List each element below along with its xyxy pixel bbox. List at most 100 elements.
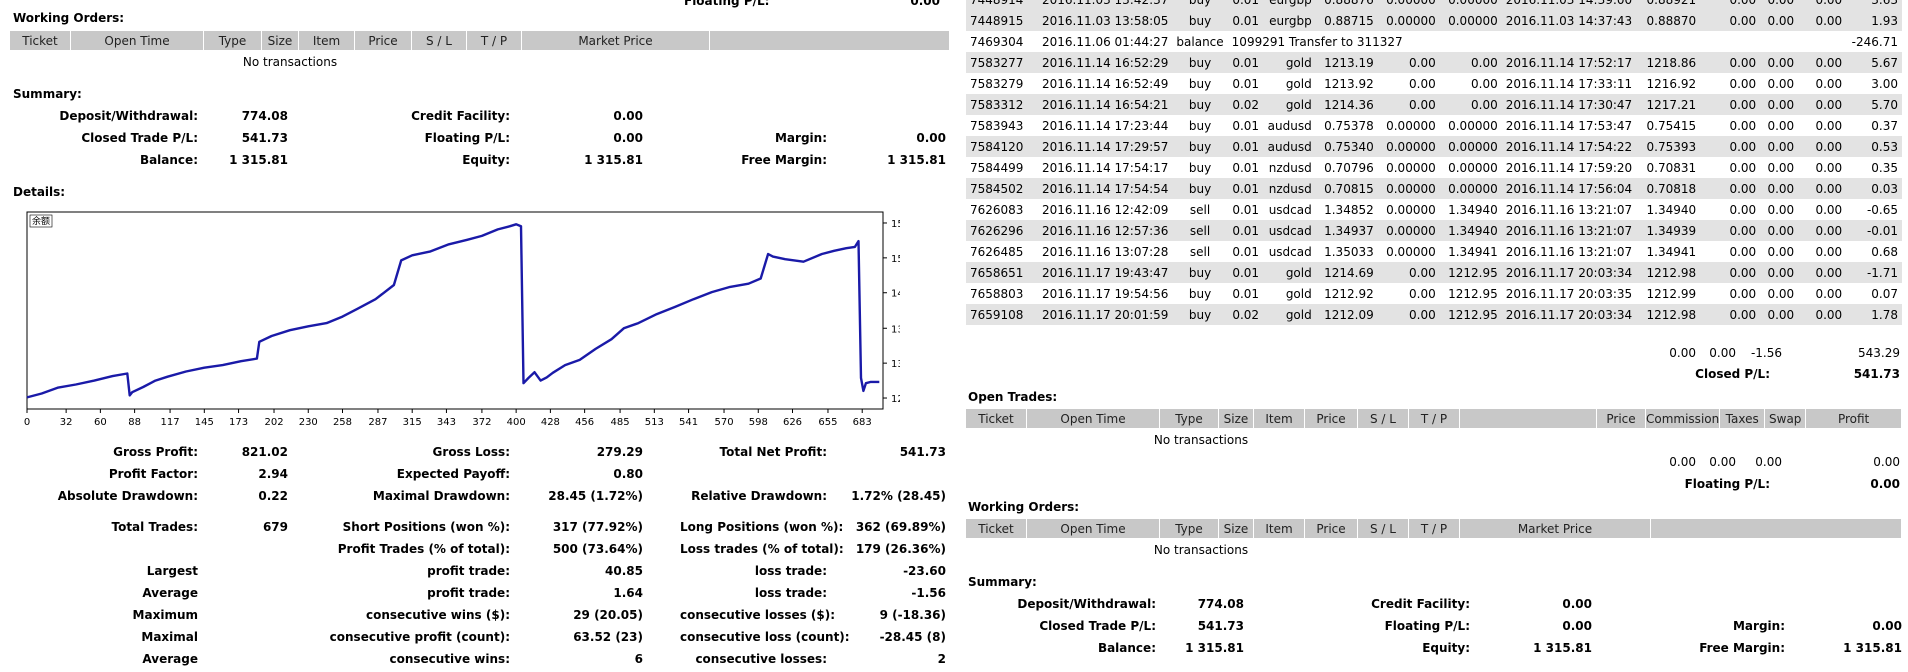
trade-cell: 0.00 bbox=[1798, 262, 1847, 283]
y-tick-label: 1341 bbox=[891, 359, 900, 370]
trade-cell: 1.34940 bbox=[1439, 220, 1502, 241]
trade-cell: gold bbox=[1263, 304, 1316, 325]
trade-cell: buy bbox=[1188, 286, 1212, 301]
trade-cell: 2016.11.14 17:53:47 bbox=[1505, 118, 1633, 133]
trade-cell: 0.00 bbox=[1700, 262, 1761, 283]
stat-expected-payoff-label: Expected Payoff: bbox=[396, 467, 510, 481]
trade-row: 74489142016.11.03 13:42:37buy0.01eurgbp0… bbox=[966, 0, 1902, 10]
trade-cell: 0.70796 bbox=[1324, 160, 1374, 175]
x-tick-label: 626 bbox=[783, 417, 802, 428]
partial-floating-label: Floating P/L: bbox=[684, 0, 770, 8]
balance-chart: 余额 0 32 60 88 117 145 173 202 230 258 287 315 343 372… bbox=[24, 211, 900, 428]
trade-cell: buy bbox=[1172, 0, 1228, 10]
stat-max-losses-label: consecutive losses ($): bbox=[680, 608, 836, 622]
trade-cell: 2016.11.14 17:52:17 bbox=[1501, 52, 1637, 73]
stat-maximal-label: Maximal bbox=[141, 630, 198, 644]
trade-cell: -0.65 bbox=[1866, 202, 1898, 217]
trade-cell: 0.70815 bbox=[1315, 178, 1378, 199]
trade-row: 7626296 2016.11.16 12:57:36 sell 0.01 usdcad… bbox=[966, 220, 1902, 241]
open-totals-cell: 0.00 bbox=[1669, 455, 1696, 469]
x-tick-label: 428 bbox=[541, 417, 560, 428]
trade-cell: 7659108 bbox=[966, 304, 1038, 325]
open-trades-col: Price bbox=[1596, 409, 1646, 428]
trade-cell: 0.01 bbox=[1227, 10, 1264, 31]
trade-cell: sell bbox=[1189, 244, 1211, 259]
x-tick-label: 315 bbox=[403, 417, 422, 428]
trade-row: 7583312 2016.11.14 16:54:21 buy 0.02 gold 121… bbox=[966, 94, 1902, 115]
trade-cell: 0.75393 bbox=[1636, 136, 1701, 157]
trade-cell: 2016.11.17 19:54:56 bbox=[1042, 286, 1169, 301]
working-orders-header-row: Ticket Open Time Type Size Item Price S … bbox=[10, 31, 950, 50]
trade-cell: usdcad bbox=[1268, 244, 1312, 259]
trade-cell: 0.00 bbox=[1760, 304, 1799, 325]
right-floating-pl-value: 0.00 bbox=[1562, 619, 1592, 633]
trade-cell: 0.00000 bbox=[1439, 10, 1502, 31]
stat-maximal-profit-label: consecutive profit (count): bbox=[329, 630, 510, 644]
stat-long-label: Long Positions (won %): bbox=[680, 520, 844, 534]
trade-cell: sell bbox=[1172, 220, 1228, 241]
y-tick-label: 1287 bbox=[891, 394, 900, 405]
trade-cell: 0.00 bbox=[1767, 118, 1795, 133]
stat-maximal-loss-value: -28.45 (8) bbox=[879, 630, 946, 644]
right-working-orders-table: Ticket Open Time Type Size Item Price S / LT /… bbox=[966, 519, 1902, 538]
trade-cell: 0.00 bbox=[1377, 262, 1440, 283]
trade-cell: 1214.36 bbox=[1315, 94, 1378, 115]
right-working-orders-title: Working Orders: bbox=[968, 500, 1080, 514]
trade-cell: -246.71 bbox=[1851, 34, 1898, 49]
col-market-price: Market Price bbox=[521, 31, 710, 50]
stat-max-dd-value: 28.45 (1.72%) bbox=[548, 489, 643, 503]
trade-cell: 0.00000 bbox=[1439, 178, 1502, 199]
closed-pl-value: 541.73 bbox=[241, 131, 288, 145]
trade-cell: buy bbox=[1172, 10, 1228, 31]
trade-cell: 0.00 bbox=[1700, 136, 1761, 157]
trade-row: 7626485 2016.11.16 13:07:28 sell 0.01 usdcad… bbox=[966, 241, 1902, 262]
right-equity-label: Equity: bbox=[1422, 641, 1470, 655]
chart-legend-label: 余额 bbox=[32, 215, 50, 227]
closed-totals-cell: 543.29 bbox=[1858, 346, 1900, 360]
right-summary-title: Summary: bbox=[968, 575, 1037, 589]
credit-label: Credit Facility: bbox=[411, 109, 510, 123]
trade-cell: 0.00 bbox=[1798, 0, 1847, 10]
trade-cell: buy bbox=[1188, 76, 1212, 91]
trade-cell: 0.00 bbox=[1798, 52, 1847, 73]
balance-label: Balance: bbox=[139, 153, 198, 167]
trade-cell: 0.00 bbox=[1760, 94, 1799, 115]
trade-cell: 1.78 bbox=[1846, 304, 1902, 325]
trade-cell: buy bbox=[1172, 52, 1228, 73]
trade-row: 7584120 2016.11.14 17:29:57 buy 0.01 audusd 0… bbox=[966, 136, 1902, 157]
trade-cell: 0.01 bbox=[1232, 76, 1260, 91]
trade-cell: 3.63 bbox=[1846, 0, 1902, 10]
floating-label: Floating P/L: bbox=[424, 131, 510, 145]
right-working-orders-col: S / L bbox=[1357, 519, 1409, 538]
trade-cell: 0.88870 bbox=[1636, 10, 1701, 31]
trade-cell: 2016.11.03 13:58:05 bbox=[1038, 10, 1173, 31]
trade-cell: 0.01 bbox=[1227, 52, 1264, 73]
trade-cell: nzdusd bbox=[1263, 178, 1316, 199]
right-balance-label: Balance: bbox=[1097, 641, 1156, 655]
x-tick-label: 598 bbox=[749, 417, 768, 428]
col-open-time: Open Time bbox=[70, 31, 204, 50]
right-floating-label: Floating P/L: bbox=[1684, 477, 1770, 491]
free-margin-value: 1 315.81 bbox=[887, 153, 946, 167]
trade-cell: 0.00 bbox=[1409, 76, 1436, 91]
right-balance-value: 1 315.81 bbox=[1185, 641, 1244, 655]
stat-loss-trades-value: 179 (26.36%) bbox=[855, 542, 946, 556]
col-sl: S / L bbox=[411, 31, 467, 50]
trade-cell: 0.01 bbox=[1232, 286, 1260, 301]
trade-cell: audusd bbox=[1263, 136, 1316, 157]
right-working-orders-col: Price bbox=[1304, 519, 1358, 538]
trade-cell: gold bbox=[1263, 94, 1316, 115]
trade-cell: 7584502 bbox=[966, 178, 1038, 199]
trade-cell: usdcad bbox=[1268, 202, 1312, 217]
trade-cell: 0.00 bbox=[1700, 52, 1761, 73]
right-free-margin-label: Free Margin: bbox=[1699, 641, 1785, 655]
trade-cell: 0.88921 bbox=[1636, 0, 1701, 10]
trade-cell: 0.00 bbox=[1798, 304, 1847, 325]
trade-cell: buy bbox=[1188, 160, 1212, 175]
stat-profit-factor-value: 2.94 bbox=[258, 467, 288, 481]
trade-cell: 0.00 bbox=[1760, 178, 1799, 199]
trade-cell: 0.00 bbox=[1729, 160, 1757, 175]
stat-maximal-profit-value: 63.52 (23) bbox=[573, 630, 643, 644]
col-size: Size bbox=[261, 31, 299, 50]
trade-cell: 0.00000 bbox=[1386, 160, 1436, 175]
